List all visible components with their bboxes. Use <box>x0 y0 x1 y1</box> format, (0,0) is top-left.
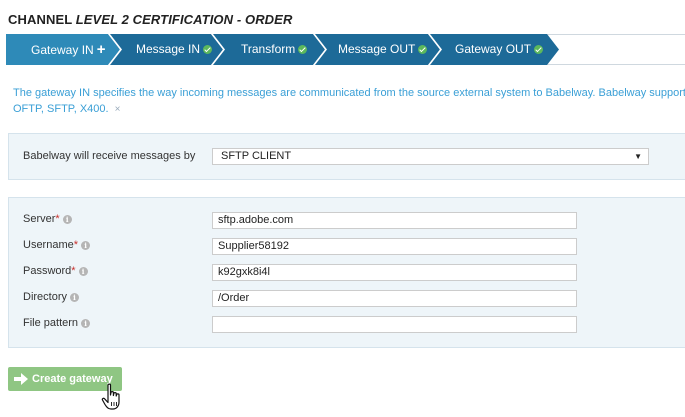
title-prefix: CHANNEL <box>8 12 76 27</box>
info-icon[interactable]: i <box>81 319 91 328</box>
step-message-in[interactable]: Message IN <box>136 34 213 65</box>
dropdown-arrow-icon: ▼ <box>634 152 642 161</box>
file-pattern-label: File pattern i <box>23 317 91 329</box>
receive-method-panel: Babelway will receive messages by SFTP C… <box>8 133 685 180</box>
check-icon <box>203 45 213 55</box>
required-mark: * <box>55 213 60 225</box>
step-label: Transform <box>241 42 296 56</box>
step-message-out[interactable]: Message OUT <box>338 34 428 65</box>
hand-cursor-icon <box>101 383 120 410</box>
file-pattern-field[interactable] <box>212 316 577 333</box>
required-mark: * <box>73 239 79 251</box>
close-icon[interactable]: × <box>115 104 121 115</box>
step-label: Message IN <box>136 42 201 56</box>
info-icon[interactable]: i <box>70 293 80 302</box>
step-label: Gateway IN <box>31 43 94 57</box>
wizard-steps: Gateway IN + Message IN Transform Message… <box>6 34 685 65</box>
server-field[interactable]: sftp.adobe.com <box>212 212 577 229</box>
required-mark: * <box>71 265 76 277</box>
step-gateway-out[interactable]: Gateway OUT <box>455 34 544 65</box>
title-channel-name: LEVEL 2 CERTIFICATION - ORDER <box>75 12 293 27</box>
receive-method-value: SFTP CLIENT <box>221 150 292 162</box>
step-label: Gateway OUT <box>455 42 532 56</box>
info-icon[interactable]: i <box>62 215 72 224</box>
step-label: Message OUT <box>338 42 416 56</box>
directory-label: Directory i <box>23 291 80 303</box>
directory-field[interactable]: /Order <box>212 290 577 307</box>
check-icon <box>298 45 308 55</box>
receive-method-label: Babelway will receive messages by <box>23 150 196 162</box>
info-icon[interactable]: i <box>78 267 88 276</box>
arrow-right-icon <box>14 373 28 385</box>
password-label: Password* i <box>23 265 88 277</box>
gateway-info-message: The gateway IN specifies the way incomin… <box>13 85 685 118</box>
plus-icon: + <box>96 41 106 58</box>
step-gateway-in[interactable]: Gateway IN + <box>31 34 105 65</box>
page-title: CHANNEL LEVEL 2 CERTIFICATION - ORDER <box>8 12 292 27</box>
server-label: Server* i <box>23 213 72 225</box>
info-line-1: The gateway IN specifies the way incomin… <box>13 87 685 99</box>
password-field[interactable]: k92gxk8i4l <box>212 264 577 281</box>
check-icon <box>534 45 544 55</box>
username-field[interactable]: Supplier58192 <box>212 238 577 255</box>
check-icon <box>418 45 428 55</box>
receive-method-select[interactable]: SFTP CLIENT ▼ <box>212 148 649 165</box>
info-icon[interactable]: i <box>81 241 91 250</box>
connection-settings-panel: Server* i sftp.adobe.com Username* i Suppl… <box>8 197 685 348</box>
username-label: Username* i <box>23 239 91 251</box>
info-line-2: OFTP, SFTP, X400. <box>13 103 109 115</box>
step-transform[interactable]: Transform <box>241 34 308 65</box>
